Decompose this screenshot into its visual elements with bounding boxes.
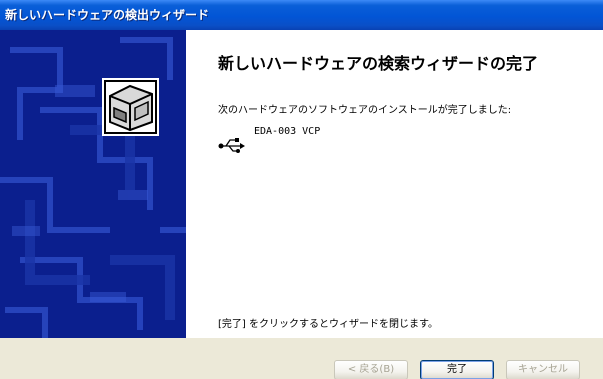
hardware-box-icon <box>102 78 159 136</box>
wizard-content: 新しいハードウェアの検索ウィザードの完了 次のハードウェアのソフトウェアのインス… <box>186 30 603 338</box>
wizard-side-panel <box>0 30 186 338</box>
back-button[interactable]: < 戻る(B) <box>334 360 408 379</box>
button-bar: < 戻る(B) 完了 キャンセル <box>0 338 603 379</box>
completion-message: 次のハードウェアのソフトウェアのインストールが完了しました: <box>218 105 512 116</box>
side-panel-artwork <box>0 30 186 338</box>
usb-icon <box>218 138 245 153</box>
device-name: EDA-003 VCP <box>254 126 321 137</box>
cancel-button[interactable]: キャンセル <box>506 360 580 379</box>
window-title: 新しいハードウェアの検出ウィザード <box>5 8 210 22</box>
wizard-window: 新しいハードウェアの検出ウィザード 新しいハードウェアの検索ウィザードの完了 次… <box>0 0 603 379</box>
finish-button[interactable]: 完了 <box>420 360 494 379</box>
finish-instruction: [完了] をクリックするとウィザードを閉じます。 <box>218 319 438 330</box>
page-title: 新しいハードウェアの検索ウィザードの完了 <box>218 54 539 73</box>
title-bar[interactable]: 新しいハードウェアの検出ウィザード <box>0 0 603 30</box>
